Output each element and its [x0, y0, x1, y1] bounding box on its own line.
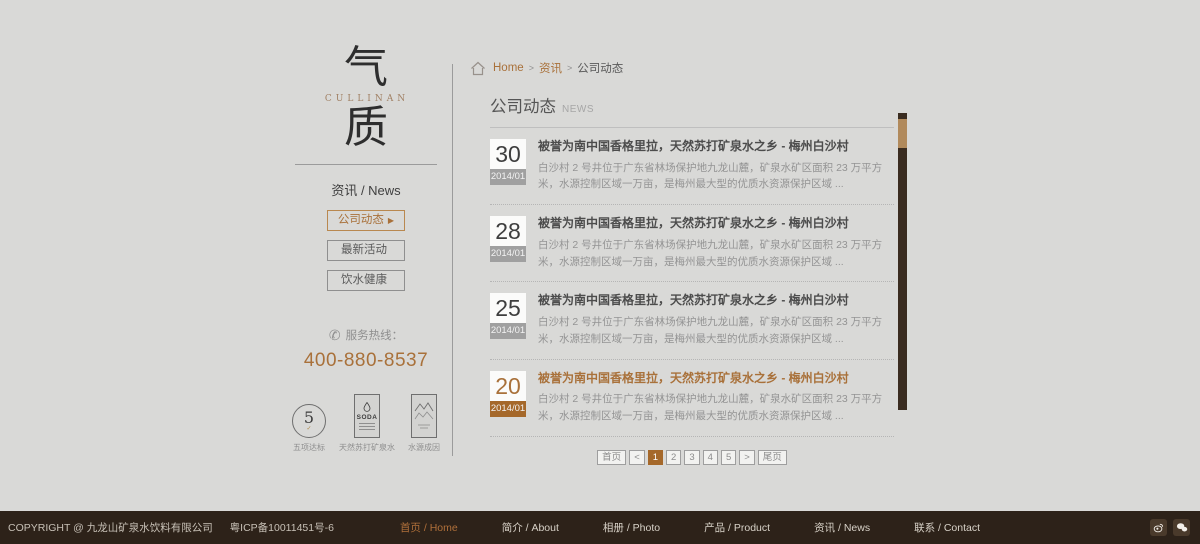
custom-scrollbar-thumb[interactable]: [898, 119, 907, 148]
news-excerpt: 白沙村 2 号井位于广东省林场保护地九龙山麓，矿泉水矿区面积 23 万平方米，水…: [538, 391, 894, 425]
pagination-button[interactable]: 2: [666, 450, 681, 465]
footer-nav-link[interactable]: 资讯 / News: [814, 520, 870, 535]
sidebar-menu-button[interactable]: 最新活动: [327, 240, 405, 261]
hotline-label-row: ✆ 服务热线：: [283, 327, 449, 344]
footer-nav: 首页 / Home 简介 / About 相册 / Photo 产品 / Produc…: [400, 520, 980, 535]
pagination: 首页<12345>尾页: [490, 450, 894, 465]
page-heading: 公司动态 NEWS: [490, 93, 895, 117]
news-month: 2014/01: [490, 323, 526, 339]
news-body: 被誉为南中国香格里拉，天然苏打矿泉水之乡 - 梅州白沙村 白沙村 2 号井位于广…: [538, 139, 894, 193]
pagination-button[interactable]: <: [629, 450, 645, 465]
breadcrumb-separator: >: [567, 63, 572, 73]
breadcrumb-separator: >: [529, 63, 534, 73]
news-date-block: 28 2014/01: [490, 216, 526, 270]
footer-nav-link[interactable]: 联系 / Contact: [914, 520, 980, 535]
news-day: 20: [490, 371, 526, 401]
hotline-label: 服务热线：: [346, 330, 404, 342]
water-drop-icon: [363, 402, 371, 412]
footer-social: [1150, 519, 1190, 536]
badge-water-source: 水源成因: [408, 394, 440, 453]
news-body: 被誉为南中国香格里拉，天然苏打矿泉水之乡 - 梅州白沙村 白沙村 2 号井位于广…: [538, 371, 894, 425]
news-excerpt: 白沙村 2 号井位于广东省林场保护地九龙山麓，矿泉水矿区面积 23 万平方米，水…: [538, 160, 894, 194]
breadcrumb-item[interactable]: 资讯: [539, 60, 562, 76]
news-excerpt: 白沙村 2 号井位于广东省林场保护地九龙山麓，矿泉水矿区面积 23 万平方米，水…: [538, 314, 894, 348]
news-month: 2014/01: [490, 246, 526, 262]
badge-five-number: 5: [304, 410, 314, 426]
phone-icon: ✆: [329, 327, 341, 343]
news-title[interactable]: 被誉为南中国香格里拉，天然苏打矿泉水之乡 - 梅州白沙村: [538, 293, 894, 309]
news-date-block: 25 2014/01: [490, 293, 526, 347]
sidebar-divider: [295, 164, 437, 165]
news-item[interactable]: 25 2014/01 被誉为南中国香格里拉，天然苏打矿泉水之乡 - 梅州白沙村 …: [490, 282, 894, 359]
mountain-icon: [414, 399, 434, 433]
sidebar: 气 CULLINAN 质 资讯 / News 公司动态▶ 最新活动饮水健康 ✆ 服务…: [283, 46, 449, 453]
pagination-button[interactable]: 5: [721, 450, 736, 465]
news-item[interactable]: 20 2014/01 被誉为南中国香格里拉，天然苏打矿泉水之乡 - 梅州白沙村 …: [490, 360, 894, 437]
hotline-block: ✆ 服务热线： 400-880-8537: [283, 327, 449, 372]
sidebar-menu-button[interactable]: 公司动态▶: [327, 210, 405, 231]
pagination-button[interactable]: 1: [648, 450, 663, 465]
check-icon: ✓: [306, 426, 311, 432]
wechat-icon[interactable]: [1173, 519, 1190, 536]
badge-soda: SODA 天然苏打矿泉水: [339, 394, 395, 453]
hotline-number[interactable]: 400-880-8537: [283, 350, 449, 372]
five-star-seal-icon: 5 ✓: [292, 404, 326, 438]
breadcrumb-item[interactable]: Home: [493, 62, 524, 74]
home-icon[interactable]: [470, 61, 486, 76]
pagination-button[interactable]: 首页: [597, 450, 626, 465]
news-month: 2014/01: [490, 169, 526, 185]
news-title[interactable]: 被誉为南中国香格里拉，天然苏打矿泉水之乡 - 梅州白沙村: [538, 139, 894, 155]
news-day: 28: [490, 216, 526, 246]
breadcrumb-item[interactable]: 公司动态: [577, 60, 623, 76]
footer-nav-link[interactable]: 产品 / Product: [704, 520, 770, 535]
news-title[interactable]: 被誉为南中国香格里拉，天然苏打矿泉水之乡 - 梅州白沙村: [538, 371, 894, 387]
news-list: 30 2014/01 被誉为南中国香格里拉，天然苏打矿泉水之乡 - 梅州白沙村 …: [490, 128, 894, 437]
sidebar-menu: 公司动态▶ 最新活动饮水健康: [283, 210, 449, 291]
custom-scrollbar-track[interactable]: [898, 113, 907, 410]
active-arrow-icon: ▶: [388, 216, 394, 225]
logo-character-top: 气: [283, 46, 449, 90]
news-title[interactable]: 被誉为南中国香格里拉，天然苏打矿泉水之乡 - 梅州白沙村: [538, 216, 894, 232]
soda-water-icon: SODA: [354, 394, 380, 438]
news-date-block: 30 2014/01: [490, 139, 526, 193]
badge-label: 水源成因: [408, 442, 440, 453]
footer-nav-link[interactable]: 首页 / Home: [400, 520, 458, 535]
sidebar-section-title: 资讯 / News: [283, 180, 449, 199]
news-body: 被誉为南中国香格里拉，天然苏打矿泉水之乡 - 梅州白沙村 白沙村 2 号井位于广…: [538, 216, 894, 270]
page-subtitle: NEWS: [562, 104, 594, 115]
pagination-button[interactable]: 3: [684, 450, 699, 465]
news-day: 30: [490, 139, 526, 169]
badge-five-star: 5 ✓ 五项达标: [292, 404, 326, 453]
logo-character-bottom: 质: [283, 106, 449, 150]
page-title: 公司动态: [490, 93, 556, 117]
footer: COPYRIGHT @ 九龙山矿泉水饮料有限公司 粤ICP备10011451号-…: [0, 511, 1200, 544]
icp-number[interactable]: 粤ICP备10011451号-6: [230, 522, 334, 534]
news-month: 2014/01: [490, 401, 526, 417]
footer-nav-link[interactable]: 简介 / About: [502, 520, 559, 535]
sidebar-content-divider: [452, 64, 453, 456]
water-source-mountain-icon: [411, 394, 437, 438]
news-day: 25: [490, 293, 526, 323]
weibo-icon[interactable]: [1150, 519, 1167, 536]
pagination-button[interactable]: 4: [703, 450, 718, 465]
badge-soda-word: SODA: [357, 414, 378, 421]
news-body: 被誉为南中国香格里拉，天然苏打矿泉水之乡 - 梅州白沙村 白沙村 2 号井位于广…: [538, 293, 894, 347]
certification-badges: 5 ✓ 五项达标 SODA 天然苏打矿泉水: [283, 394, 449, 453]
footer-copyright: COPYRIGHT @ 九龙山矿泉水饮料有限公司 粤ICP备10011451号-…: [8, 520, 334, 535]
pagination-button[interactable]: >: [739, 450, 755, 465]
news-date-block: 20 2014/01: [490, 371, 526, 425]
footer-nav-link[interactable]: 相册 / Photo: [603, 520, 660, 535]
copyright-text: COPYRIGHT @ 九龙山矿泉水饮料有限公司: [8, 522, 213, 534]
logo: 气 CULLINAN 质: [283, 46, 449, 150]
sidebar-menu-button[interactable]: 饮水健康: [327, 270, 405, 291]
news-item[interactable]: 28 2014/01 被誉为南中国香格里拉，天然苏打矿泉水之乡 - 梅州白沙村 …: [490, 205, 894, 282]
badge-label: 天然苏打矿泉水: [339, 442, 395, 453]
page: 气 CULLINAN 质 资讯 / News 公司动态▶最新活动饮水健康 ✆服务…: [0, 0, 1200, 544]
main-content: Home > 资讯 > 公司动态 公司动态 NEWS 30 2014/01 被誉为南中国…: [470, 60, 895, 465]
pagination-button[interactable]: 尾页: [758, 450, 787, 465]
news-item[interactable]: 30 2014/01 被誉为南中国香格里拉，天然苏打矿泉水之乡 - 梅州白沙村 …: [490, 128, 894, 205]
badge-label: 五项达标: [293, 442, 325, 453]
breadcrumb: Home > 资讯 > 公司动态: [470, 60, 895, 76]
news-excerpt: 白沙村 2 号井位于广东省林场保护地九龙山麓，矿泉水矿区面积 23 万平方米，水…: [538, 237, 894, 271]
